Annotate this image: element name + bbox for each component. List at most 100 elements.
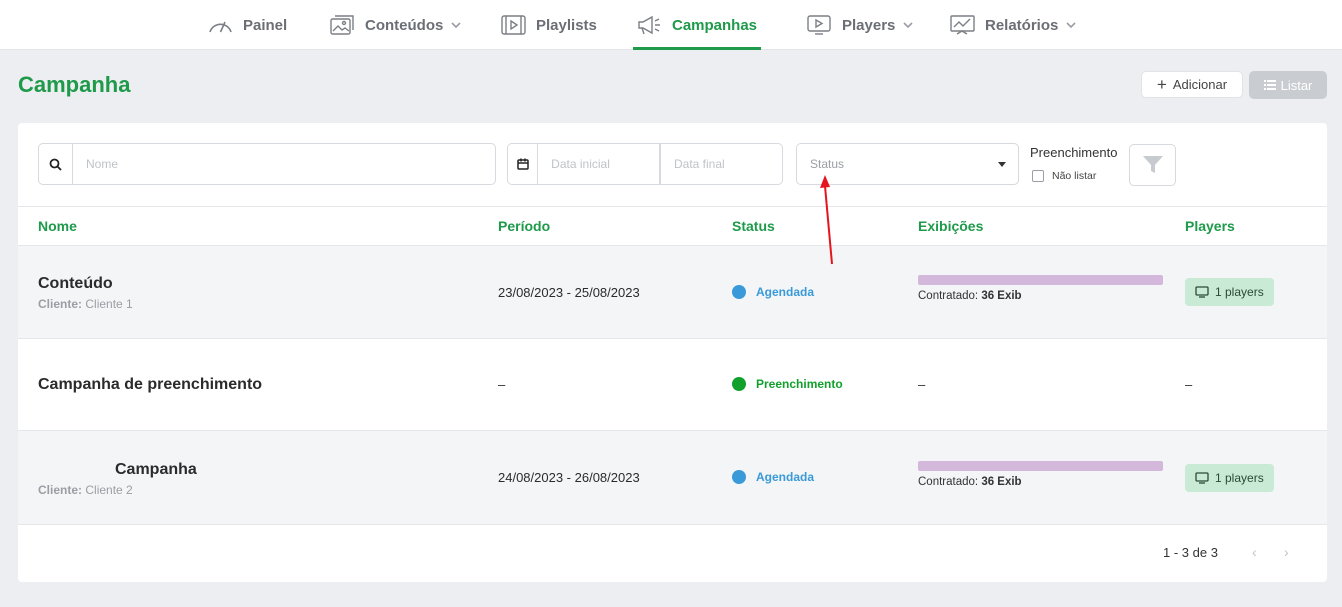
contracted-value: 36 Exib — [981, 476, 1022, 488]
date-start-input[interactable] — [538, 144, 660, 184]
table-header: Nome Período Status Exibições Players — [18, 206, 1327, 246]
header-name[interactable]: Nome — [38, 207, 77, 245]
campaign-name[interactable]: Campanha — [38, 461, 197, 479]
nav-item-players[interactable]: Players — [807, 0, 913, 50]
campaign-name[interactable]: Conteúdo — [38, 275, 133, 293]
fill-checkbox[interactable]: Não listar — [1032, 170, 1096, 182]
campaign-name[interactable]: Campanha de preenchimento — [38, 376, 262, 394]
list-button-label: Listar — [1280, 77, 1313, 93]
chart-icon — [950, 15, 975, 35]
table-row[interactable]: Conteúdo Cliente: Cliente 1 23/08/2023 -… — [18, 246, 1327, 339]
nav-label: Players — [842, 16, 896, 34]
players-cell: 1 players — [1185, 464, 1274, 492]
fill-filter-label: Preenchimento — [1030, 145, 1118, 160]
row-name-cell: Campanha de preenchimento — [38, 376, 262, 394]
megaphone-icon — [638, 15, 660, 35]
date-end-input[interactable] — [661, 144, 782, 184]
players-count: 1 players — [1215, 285, 1264, 299]
campaign-card: Status Preenchimento Não listar Nome Per… — [18, 123, 1327, 582]
pagination-range: 1 - 3 de 3 — [1163, 545, 1218, 560]
filter-button[interactable] — [1129, 144, 1176, 186]
name-search — [38, 143, 496, 185]
row-name-cell: Campanha Cliente: Cliente 2 — [38, 461, 197, 497]
status-cell: Agendada — [732, 470, 814, 484]
status-dot — [732, 377, 746, 391]
name-input[interactable] — [73, 144, 493, 184]
top-navigation: Painel Conteúdos Playlists Campanhas Pla… — [0, 0, 1342, 50]
client-info: Cliente: Cliente 1 — [38, 297, 133, 311]
images-icon — [330, 15, 354, 35]
nav-label: Conteúdos — [365, 16, 444, 34]
status-cell: Agendada — [732, 285, 814, 299]
contracted-value: 36 Exib — [981, 290, 1022, 302]
status-label: Preenchimento — [756, 377, 843, 391]
contracted-views: Contratado: 36 Exib — [918, 290, 1163, 302]
prev-page-button[interactable]: ‹ — [1252, 544, 1257, 560]
search-icon — [39, 144, 73, 184]
players-count: 1 players — [1215, 471, 1264, 485]
campaign-period: 24/08/2023 - 26/08/2023 — [498, 470, 640, 485]
client-label: Cliente: — [38, 483, 83, 497]
status-label: Agendada — [756, 285, 815, 299]
chevron-down-icon — [1066, 21, 1076, 28]
monitor-icon — [1195, 286, 1209, 298]
caret-down-icon — [998, 161, 1006, 167]
status-cell: Preenchimento — [732, 377, 843, 391]
player-icon — [807, 15, 831, 35]
nav-item-playlists[interactable]: Playlists — [501, 0, 597, 50]
plus-icon: + — [1156, 75, 1167, 94]
next-page-button[interactable]: › — [1284, 544, 1289, 560]
calendar-icon[interactable] — [508, 144, 539, 184]
nav-label: Relatórios — [985, 16, 1059, 34]
views-cell: – — [918, 377, 926, 392]
page-title: Campanha — [18, 72, 131, 97]
nav-label: Campanhas — [672, 16, 758, 34]
nav-item-conteudos[interactable]: Conteúdos — [330, 0, 461, 50]
players-cell: – — [1185, 377, 1193, 392]
row-name-cell: Conteúdo Cliente: Cliente 1 — [38, 275, 133, 311]
chevron-down-icon — [903, 21, 913, 28]
client-label: Cliente: — [38, 297, 83, 311]
contracted-views: Contratado: 36 Exib — [918, 476, 1163, 488]
table-row[interactable]: Campanha de preenchimento – Preenchiment… — [18, 339, 1327, 431]
funnel-icon — [1142, 156, 1163, 173]
nav-item-relatorios[interactable]: Relatórios — [950, 0, 1076, 50]
nav-label: Playlists — [536, 16, 597, 34]
nav-item-campanhas[interactable]: Campanhas — [632, 0, 762, 50]
status-select[interactable]: Status — [796, 143, 1019, 185]
campaign-period: – — [498, 377, 506, 392]
header-views[interactable]: Exibições — [918, 207, 983, 245]
chevron-down-icon — [451, 21, 461, 28]
table-row[interactable]: Campanha Cliente: Cliente 2 24/08/2023 -… — [18, 431, 1327, 525]
players-cell: 1 players — [1185, 278, 1274, 306]
header-period[interactable]: Período — [498, 207, 550, 245]
status-dot — [732, 470, 746, 484]
views-cell: Contratado: 36 Exib — [918, 461, 1163, 488]
fill-checkbox-label: Não listar — [1052, 170, 1097, 182]
campaign-period: 23/08/2023 - 25/08/2023 — [498, 285, 640, 300]
monitor-icon — [1195, 472, 1209, 484]
client-name: Cliente 2 — [85, 483, 133, 497]
nav-label: Painel — [243, 16, 288, 34]
gauge-icon — [209, 21, 232, 33]
views-progress-bar — [918, 461, 1163, 471]
status-select-placeholder: Status — [810, 157, 845, 171]
playlist-icon — [501, 15, 526, 35]
status-label: Agendada — [756, 470, 815, 484]
nav-item-painel[interactable]: Painel — [208, 0, 287, 50]
client-name: Cliente 1 — [85, 297, 133, 311]
list-icon — [1263, 80, 1276, 90]
header-status[interactable]: Status — [732, 207, 775, 245]
players-badge[interactable]: 1 players — [1185, 464, 1274, 492]
add-button-label: Adicionar — [1172, 77, 1228, 92]
date-range — [507, 143, 783, 185]
client-info: Cliente: Cliente 2 — [38, 483, 197, 497]
list-button[interactable]: Listar — [1249, 71, 1327, 99]
header-players[interactable]: Players — [1185, 207, 1235, 245]
contracted-label: Contratado: — [918, 290, 979, 302]
status-dot — [732, 285, 746, 299]
players-badge[interactable]: 1 players — [1185, 278, 1274, 306]
add-button[interactable]: + Adicionar — [1141, 71, 1243, 98]
checkbox-icon[interactable] — [1032, 170, 1044, 182]
contracted-label: Contratado: — [918, 476, 979, 488]
